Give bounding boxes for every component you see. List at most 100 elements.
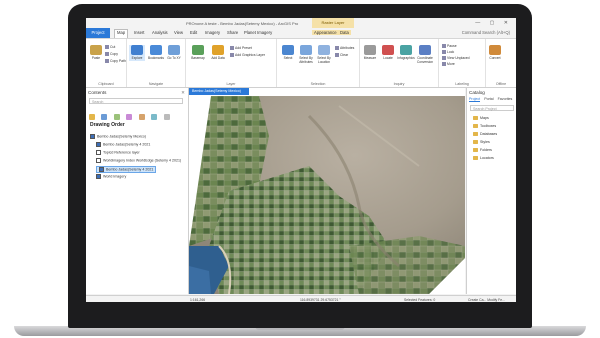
clear-selection-button[interactable]: Clear	[335, 53, 348, 57]
catalog-item-maps[interactable]: Maps	[473, 116, 489, 120]
contents-toolbar	[89, 107, 185, 120]
contents-search-input[interactable]: Search	[89, 98, 183, 104]
folder-icon	[473, 124, 478, 128]
map-scale[interactable]: 1:161,266	[190, 298, 205, 302]
layer-item-selected[interactable]: Bembo Jadas(Setemy 4 2021	[96, 166, 157, 173]
paste-icon	[90, 45, 102, 55]
coordinate-readout: 116.8939731 29.6753721 °	[300, 297, 341, 302]
tab-edit[interactable]: Edit	[190, 30, 197, 35]
window-title: PROnone A teste - Bembo Jadas(Setemy Mex…	[186, 21, 299, 26]
catalog-item-styles[interactable]: Styles	[473, 140, 490, 144]
layer-item[interactable]: Bembo Jadas(Setemy Mexico)	[90, 134, 146, 139]
infographics-button[interactable]: Infographics	[397, 45, 415, 61]
tab-analysis[interactable]: Analysis	[152, 30, 168, 35]
basemap-button[interactable]: Basemap	[190, 45, 206, 61]
group-label-navigate: Navigate	[148, 82, 164, 86]
convert-button[interactable]: Convert	[487, 45, 503, 61]
tab-data[interactable]: Data	[338, 30, 351, 35]
explore-hand-icon	[131, 45, 143, 55]
contextual-tab-group: Raster Layer	[312, 18, 354, 28]
tab-imagery[interactable]: Imagery	[205, 30, 220, 35]
select-by-location-button[interactable]: Select By Location	[316, 45, 332, 64]
map-view[interactable]: Bembo Jadas(Setemy Mexico)	[189, 88, 465, 294]
cut-button[interactable]: Cut	[105, 45, 115, 49]
group-inquiry: Measure Locate Infographics Coordinate C…	[360, 39, 439, 87]
window-controls[interactable]: — ▢ ✕	[475, 20, 512, 26]
catalog-item-databases[interactable]: Databases	[473, 132, 497, 136]
folder-icon	[473, 116, 478, 120]
convert-icon	[489, 45, 501, 55]
app-window: PROnone A teste - Bembo Jadas(Setemy Mex…	[86, 18, 516, 302]
pause-labels-button[interactable]: Pause	[442, 44, 457, 48]
pane-tabs[interactable]: Create Ca... Modify Fe...	[468, 298, 505, 302]
layer-item[interactable]: Topicd Reference layer	[96, 150, 140, 155]
drawing-order-icon[interactable]	[89, 114, 95, 120]
table-select-icon	[300, 45, 312, 55]
labeling-icon[interactable]	[151, 114, 158, 120]
tab-share[interactable]: Share	[227, 30, 238, 35]
copy-path-button[interactable]: Copy Path	[105, 59, 126, 63]
bookmarks-button[interactable]: Bookmarks	[148, 45, 164, 61]
group-labeling: Pause Lock View Unplaced More Labeling	[439, 39, 486, 87]
layer-item[interactable]: World Imagery	[96, 174, 126, 179]
charts-icon[interactable]	[163, 114, 170, 120]
coordinate-conversion-button[interactable]: Coordinate Conversion	[417, 45, 433, 64]
add-data-icon	[212, 45, 224, 55]
locate-pin-icon	[382, 45, 394, 55]
project-tab[interactable]: Project	[86, 28, 110, 38]
tab-map[interactable]: Map	[114, 29, 129, 38]
catalog-item-toolboxes[interactable]: Toolboxes	[473, 124, 496, 128]
group-layer: Basemap Add Data Add Preset Add Graphics…	[186, 39, 277, 87]
select-by-attributes-button[interactable]: Select By Attributes	[298, 45, 314, 64]
go-to-xy-button[interactable]: Go To XY	[166, 45, 182, 61]
tab-view[interactable]: View	[174, 30, 183, 35]
view-unplaced-button[interactable]: View Unplaced	[442, 56, 470, 60]
catalog-item-locators[interactable]: Locators	[473, 156, 494, 160]
command-search[interactable]: Command Search (Alt+Q)	[462, 30, 510, 35]
folder-icon	[473, 140, 478, 144]
attributes-button[interactable]: Attributes	[335, 46, 354, 50]
group-label-selection: Selection	[310, 82, 326, 86]
add-graphics-layer-button[interactable]: Add Graphics Layer	[230, 53, 265, 57]
status-bar: 1:161,266 116.8939731 29.6753721 ° Selec…	[86, 295, 516, 302]
select-button[interactable]: Select	[280, 45, 296, 61]
catalog-tab-project[interactable]: Project	[469, 97, 481, 102]
catalog-tab-favorites[interactable]: Favorites	[498, 97, 513, 101]
tab-planet-imagery[interactable]: Planet Imagery	[244, 30, 272, 35]
editing-icon[interactable]	[126, 114, 133, 120]
catalog-tabs: Project Portal Favorites	[469, 97, 516, 102]
drawing-order-heading: Drawing Order	[90, 122, 125, 128]
add-preset-button[interactable]: Add Preset	[230, 46, 252, 50]
title-bar: PROnone A teste - Bembo Jadas(Setemy Mex…	[86, 18, 516, 28]
layer-item[interactable]: Bembo Jadas(Setemy 4 2021	[96, 142, 150, 147]
satellite-imagery-svg	[189, 96, 465, 294]
measure-button[interactable]: Measure	[362, 45, 378, 61]
explore-button[interactable]: Explore	[129, 45, 145, 61]
coordinate-icon	[419, 45, 431, 55]
close-icon[interactable]: ✕	[181, 90, 185, 96]
group-label-layer: Layer	[226, 82, 236, 86]
more-labeling-button[interactable]: More	[442, 62, 455, 66]
catalog-item-folders[interactable]: Folders	[473, 148, 492, 152]
selected-features-count: Selected Features: 0	[404, 297, 436, 302]
folder-icon	[473, 132, 478, 136]
satellite-imagery[interactable]	[189, 96, 465, 294]
catalog-search-input[interactable]: Search Project	[470, 105, 514, 111]
lock-labels-button[interactable]: Lock	[442, 50, 454, 54]
basemap-icon	[192, 45, 204, 55]
catalog-tab-portal[interactable]: Portal	[484, 97, 493, 101]
group-label-labeling: Labeling	[455, 82, 469, 86]
layer-item[interactable]: Worldimagery Index WorldEdge (Setemy 4 2…	[96, 158, 181, 163]
group-clipboard: Paste Cut Copy Copy Path Clipboard	[86, 39, 127, 87]
snapping-icon[interactable]	[138, 114, 145, 120]
locate-button[interactable]: Locate	[380, 45, 396, 61]
bookmark-icon	[150, 45, 162, 55]
paste-button[interactable]: Paste	[88, 45, 104, 61]
copy-button[interactable]: Copy	[105, 52, 118, 56]
add-data-button[interactable]: Add Data	[210, 45, 226, 61]
tab-insert[interactable]: Insert	[134, 30, 144, 35]
tab-appearance[interactable]: Appearance	[312, 30, 339, 35]
map-tab[interactable]: Bembo Jadas(Setemy Mexico)	[189, 88, 249, 95]
selection-icon[interactable]	[113, 114, 120, 120]
source-icon[interactable]	[101, 114, 108, 120]
